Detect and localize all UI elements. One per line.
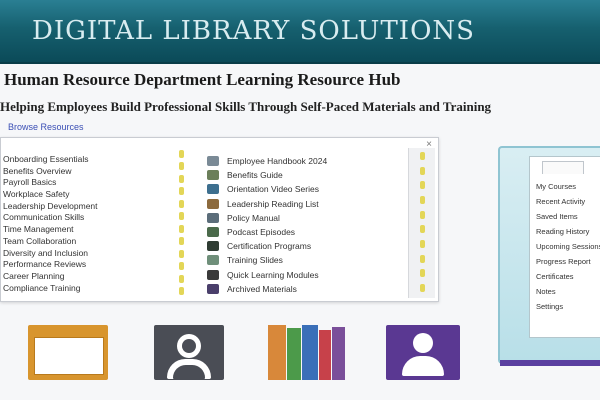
browse-link[interactable]: Browse Resources xyxy=(8,122,158,132)
contact-icon[interactable] xyxy=(386,325,460,380)
category-item[interactable]: Benefits Overview xyxy=(3,166,171,178)
header-banner: DIGITAL LIBRARY SOLUTIONS xyxy=(0,0,600,64)
page-heading: Human Resource Department Learning Resou… xyxy=(4,70,401,89)
resource-row[interactable]: Archived Materials xyxy=(207,282,397,296)
document-icon xyxy=(207,170,219,181)
resource-row[interactable]: Leadership Reading List xyxy=(207,197,397,211)
tablet-menu-item[interactable]: Upcoming Sessions xyxy=(536,239,600,254)
resource-row[interactable]: Orientation Video Series xyxy=(207,182,397,196)
resource-list: Employee Handbook 2024 Benefits Guide Or… xyxy=(207,154,397,296)
timer-icon xyxy=(207,269,219,280)
image-icon xyxy=(207,255,219,266)
scrollbar[interactable] xyxy=(408,148,435,298)
resource-browser-window: × Onboarding Essentials Benefits Overvie… xyxy=(0,137,439,302)
category-item[interactable]: Onboarding Essentials xyxy=(3,154,171,166)
tablet-screen: My Courses Recent Activity Saved Items R… xyxy=(529,156,600,338)
scroll-markers xyxy=(418,152,426,292)
category-item[interactable]: Compliance Training xyxy=(3,283,171,295)
user-icon[interactable] xyxy=(154,325,224,380)
certificate-icon xyxy=(207,241,219,252)
tablet-tab[interactable] xyxy=(542,161,584,174)
tablet-menu-item[interactable]: Certificates xyxy=(536,269,600,284)
tablet-menu-item[interactable]: Saved Items xyxy=(536,209,600,224)
book-icon xyxy=(207,198,219,209)
page-subheading: Helping Employees Build Professional Ski… xyxy=(0,99,492,114)
category-item[interactable]: Payroll Basics xyxy=(3,177,171,189)
tablet-menu-item[interactable]: My Courses xyxy=(536,179,600,194)
tablet-device: My Courses Recent Activity Saved Items R… xyxy=(498,146,600,366)
audio-icon xyxy=(207,227,219,238)
folder-icon xyxy=(207,283,219,294)
category-item[interactable]: Time Management xyxy=(3,224,171,236)
books-icon[interactable] xyxy=(268,325,346,380)
banner-title: DIGITAL LIBRARY SOLUTIONS xyxy=(32,16,475,46)
tablet-menu-item[interactable]: Settings xyxy=(536,299,600,314)
resource-row[interactable]: Benefits Guide xyxy=(207,168,397,182)
resource-row[interactable]: Employee Handbook 2024 xyxy=(207,154,397,168)
resource-row[interactable]: Training Slides xyxy=(207,253,397,267)
tablet-bottom-bar xyxy=(500,360,600,366)
resource-row[interactable]: Quick Learning Modules xyxy=(207,268,397,282)
tablet-menu-item[interactable]: Notes xyxy=(536,284,600,299)
resource-row[interactable]: Certification Programs xyxy=(207,239,397,253)
category-item[interactable]: Communication Skills xyxy=(3,212,171,224)
tablet-menu-item[interactable]: Reading History xyxy=(536,224,600,239)
category-item[interactable]: Workplace Safety xyxy=(3,189,171,201)
tablet-menu-item[interactable]: Recent Activity xyxy=(536,194,600,209)
category-item[interactable]: Leadership Development xyxy=(3,201,171,213)
category-item[interactable]: Team Collaboration xyxy=(3,236,171,248)
category-item[interactable]: Career Planning xyxy=(3,271,171,283)
folder-icon[interactable] xyxy=(28,325,108,380)
category-item[interactable]: Diversity and Inclusion xyxy=(3,248,171,260)
tablet-menu-item[interactable]: Progress Report xyxy=(536,254,600,269)
category-list: Onboarding Essentials Benefits Overview … xyxy=(3,154,171,294)
divider-markers-left xyxy=(177,150,185,295)
document-icon xyxy=(207,156,219,167)
category-item[interactable]: Performance Reviews xyxy=(3,259,171,271)
video-icon xyxy=(207,184,219,195)
resource-row[interactable]: Policy Manual xyxy=(207,211,397,225)
document-icon xyxy=(207,212,219,223)
resource-row[interactable]: Podcast Episodes xyxy=(207,225,397,239)
